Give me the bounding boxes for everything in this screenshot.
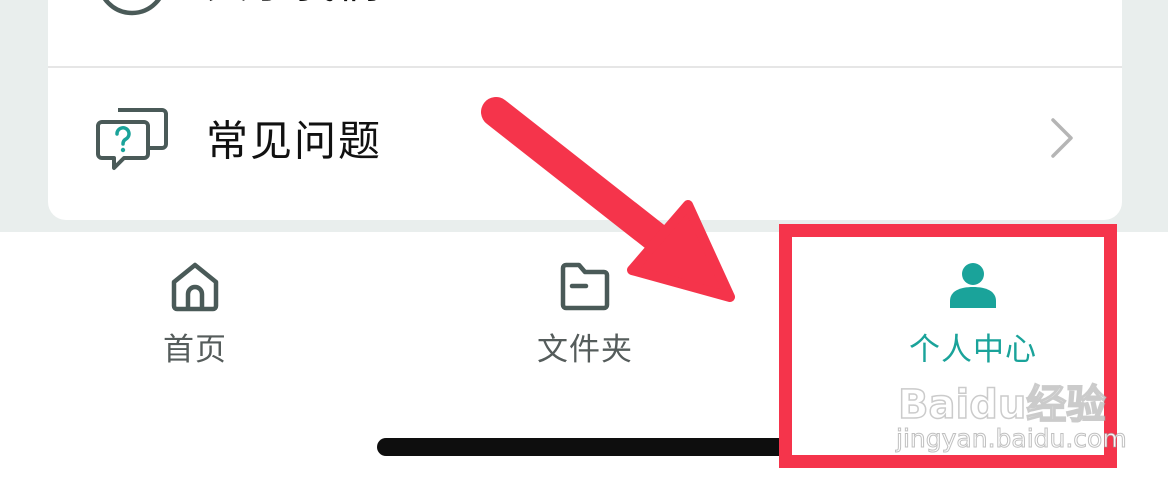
tab-label: 文件夹: [537, 332, 633, 368]
chevron-right-icon: [1050, 0, 1074, 1]
folder-icon: [560, 262, 610, 311]
settings-card: 关于我们 常见问题: [48, 0, 1122, 220]
menu-item-about[interactable]: 关于我们: [48, 0, 1122, 50]
chevron-right-icon: [1051, 118, 1073, 158]
info-circle-icon: [102, 0, 162, 16]
watermark-site: jingyan.baidu.com: [896, 424, 1128, 454]
home-icon: [171, 262, 219, 312]
tab-label: 个人中心: [909, 332, 1037, 368]
menu-item-label: 常见问题: [206, 116, 383, 166]
menu-item-label: 关于我们: [206, 0, 382, 11]
tab-label: 首页: [163, 332, 227, 368]
tab-folder[interactable]: 文件夹: [390, 232, 780, 382]
person-icon: [950, 263, 996, 308]
bottom-tab-bar: 首页 文件夹 个人中心: [0, 232, 1168, 402]
question-chat-icon: [96, 108, 168, 170]
menu-item-faq[interactable]: 常见问题: [48, 66, 1122, 208]
tab-home[interactable]: 首页: [0, 232, 390, 382]
home-indicator: [377, 438, 791, 456]
tab-profile[interactable]: 个人中心: [778, 232, 1168, 382]
